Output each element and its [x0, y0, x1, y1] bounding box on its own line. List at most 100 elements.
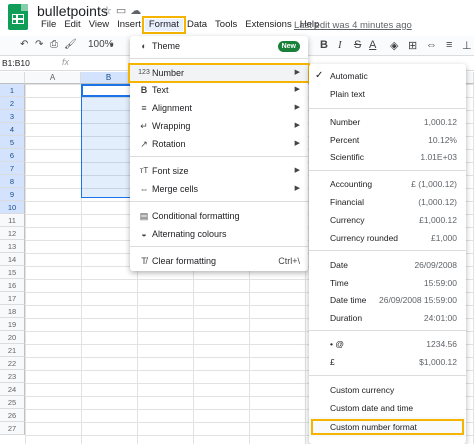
- menu-item-conditional-formatting[interactable]: ▤ Conditional formatting: [130, 208, 308, 224]
- format-duration[interactable]: Duration 24:01:00: [309, 310, 466, 326]
- format-custom-currency-symbol[interactable]: £ $1,000.12: [309, 354, 466, 370]
- row-header[interactable]: 25: [0, 396, 25, 409]
- bold-icon[interactable]: B: [320, 39, 328, 51]
- format-number[interactable]: Number 1,000.12: [309, 114, 466, 130]
- merge-cells-icon[interactable]: ⇔: [426, 39, 437, 51]
- menu-item-merge-cells[interactable]: ⇔ Merge cells ▶: [130, 181, 308, 197]
- format-financial[interactable]: Financial (1,000.12): [309, 194, 466, 210]
- fill-drop-icon: ◒: [141, 229, 147, 239]
- format-scientific[interactable]: Scientific 1.01E+03: [309, 149, 466, 165]
- row-header[interactable]: 18: [0, 305, 25, 318]
- menu-data[interactable]: Data: [183, 19, 211, 31]
- row-header[interactable]: 14: [0, 253, 25, 266]
- divider: [309, 108, 466, 109]
- row-header[interactable]: 22: [0, 357, 25, 370]
- format-label: Custom currency: [330, 385, 395, 395]
- title-bar: bulletpoints ☆▭☁ File Edit View Insert F…: [0, 0, 474, 34]
- row-header[interactable]: 12: [0, 227, 25, 240]
- column-header-b[interactable]: B: [81, 72, 137, 84]
- cloud-status-icon[interactable]: ☁: [130, 5, 145, 17]
- row-header[interactable]: 19: [0, 318, 25, 331]
- row-header[interactable]: 2: [0, 97, 25, 110]
- format-automatic[interactable]: ✓ Automatic: [309, 68, 466, 84]
- align-icon[interactable]: ≡: [446, 39, 452, 51]
- select-all-corner[interactable]: [0, 72, 25, 84]
- menu-file[interactable]: File: [37, 19, 60, 31]
- borders-icon[interactable]: ⊞: [408, 39, 417, 52]
- row-header[interactable]: 21: [0, 344, 25, 357]
- menu-item-rotation[interactable]: ↗ Rotation ▶: [130, 136, 308, 152]
- menu-extensions[interactable]: Extensions: [241, 19, 295, 31]
- format-example: 1,000.12: [423, 117, 457, 127]
- menu-item-number[interactable]: 123 Number ▶: [128, 63, 310, 83]
- format-label: Scientific: [330, 152, 365, 162]
- chevron-down-icon[interactable]: ▾: [110, 41, 114, 49]
- format-custom-text[interactable]: • @ 1234.56: [309, 336, 466, 352]
- format-accounting[interactable]: Accounting £ (1,000.12): [309, 176, 466, 192]
- format-plain-text[interactable]: Plain text: [309, 86, 466, 102]
- row-header[interactable]: 8: [0, 175, 25, 188]
- row-header[interactable]: 26: [0, 409, 25, 422]
- strikethrough-icon[interactable]: S: [354, 39, 361, 51]
- format-example: 15:59:00: [423, 278, 457, 288]
- valign-icon[interactable]: ⊥: [462, 39, 472, 52]
- row-header[interactable]: 16: [0, 279, 25, 292]
- format-custom-number-format[interactable]: Custom number format: [309, 417, 466, 437]
- selected-range[interactable]: [81, 84, 137, 198]
- row-header[interactable]: 6: [0, 149, 25, 162]
- redo-icon[interactable]: ↷: [35, 39, 43, 50]
- row-header[interactable]: 7: [0, 162, 25, 175]
- menu-item-font-size[interactable]: тT Font size ▶: [130, 163, 308, 179]
- row-header[interactable]: 1: [0, 84, 25, 97]
- menu-item-label: Alignment: [152, 103, 193, 113]
- name-box[interactable]: B1:B10: [2, 58, 30, 68]
- menu-item-clear-formatting[interactable]: T̸ Clear formatting Ctrl+\: [130, 253, 308, 269]
- row-header[interactable]: 9: [0, 188, 25, 201]
- column-header-a[interactable]: A: [25, 72, 81, 84]
- format-percent[interactable]: Percent 10.12%: [309, 132, 466, 148]
- move-folder-icon[interactable]: ▭: [116, 5, 130, 17]
- format-date[interactable]: Date 26/09/2008: [309, 257, 466, 273]
- format-date-time[interactable]: Date time 26/09/2008 15:59:00: [309, 292, 466, 308]
- row-header[interactable]: 27: [0, 422, 25, 435]
- row-header[interactable]: 15: [0, 266, 25, 279]
- conditional-format-icon: ▤: [139, 211, 149, 221]
- menu-tools[interactable]: Tools: [211, 19, 241, 31]
- menu-format[interactable]: Format: [141, 16, 186, 34]
- row-header[interactable]: 4: [0, 123, 25, 136]
- row-header[interactable]: 17: [0, 292, 25, 305]
- text-color-icon[interactable]: A: [369, 39, 376, 51]
- paint-format-icon[interactable]: 🖌: [64, 39, 77, 50]
- menu-item-theme[interactable]: ◐ Theme New: [130, 38, 308, 54]
- active-cell[interactable]: [81, 84, 137, 97]
- row-header[interactable]: 11: [0, 214, 25, 227]
- italic-icon[interactable]: I: [338, 39, 342, 51]
- menu-insert[interactable]: Insert: [113, 19, 145, 31]
- print-icon[interactable]: ⎙: [50, 39, 58, 50]
- fill-color-icon[interactable]: ◈: [390, 39, 398, 52]
- menu-item-wrapping[interactable]: ↵ Wrapping ▶: [130, 118, 308, 134]
- row-header[interactable]: 3: [0, 110, 25, 123]
- format-label: Date: [330, 260, 348, 270]
- format-custom-currency[interactable]: Custom currency: [309, 382, 466, 398]
- format-custom-date-time[interactable]: Custom date and time: [309, 400, 466, 416]
- format-currency[interactable]: Currency £1,000.12: [309, 212, 466, 228]
- row-header[interactable]: 5: [0, 136, 25, 149]
- star-icon[interactable]: ☆: [102, 5, 116, 17]
- sheets-logo-icon[interactable]: [8, 4, 28, 30]
- menu-item-alternating-colours[interactable]: ◒ Alternating colours: [130, 226, 308, 242]
- menu-view[interactable]: View: [85, 19, 113, 31]
- row-header[interactable]: 20: [0, 331, 25, 344]
- undo-icon[interactable]: ↶: [20, 39, 28, 50]
- row-header[interactable]: 10: [0, 201, 25, 214]
- menu-item-alignment[interactable]: ≡ Alignment ▶: [130, 100, 308, 116]
- menu-edit[interactable]: Edit: [60, 19, 84, 31]
- last-edit-link[interactable]: Last edit was 4 minutes ago: [294, 20, 412, 31]
- format-time[interactable]: Time 15:59:00: [309, 275, 466, 291]
- row-header[interactable]: 23: [0, 370, 25, 383]
- row-header[interactable]: 13: [0, 240, 25, 253]
- document-title[interactable]: bulletpoints: [37, 3, 108, 19]
- row-header[interactable]: 24: [0, 383, 25, 396]
- menu-item-text[interactable]: B Text ▶: [130, 82, 308, 98]
- format-currency-rounded[interactable]: Currency rounded £1,000: [309, 230, 466, 246]
